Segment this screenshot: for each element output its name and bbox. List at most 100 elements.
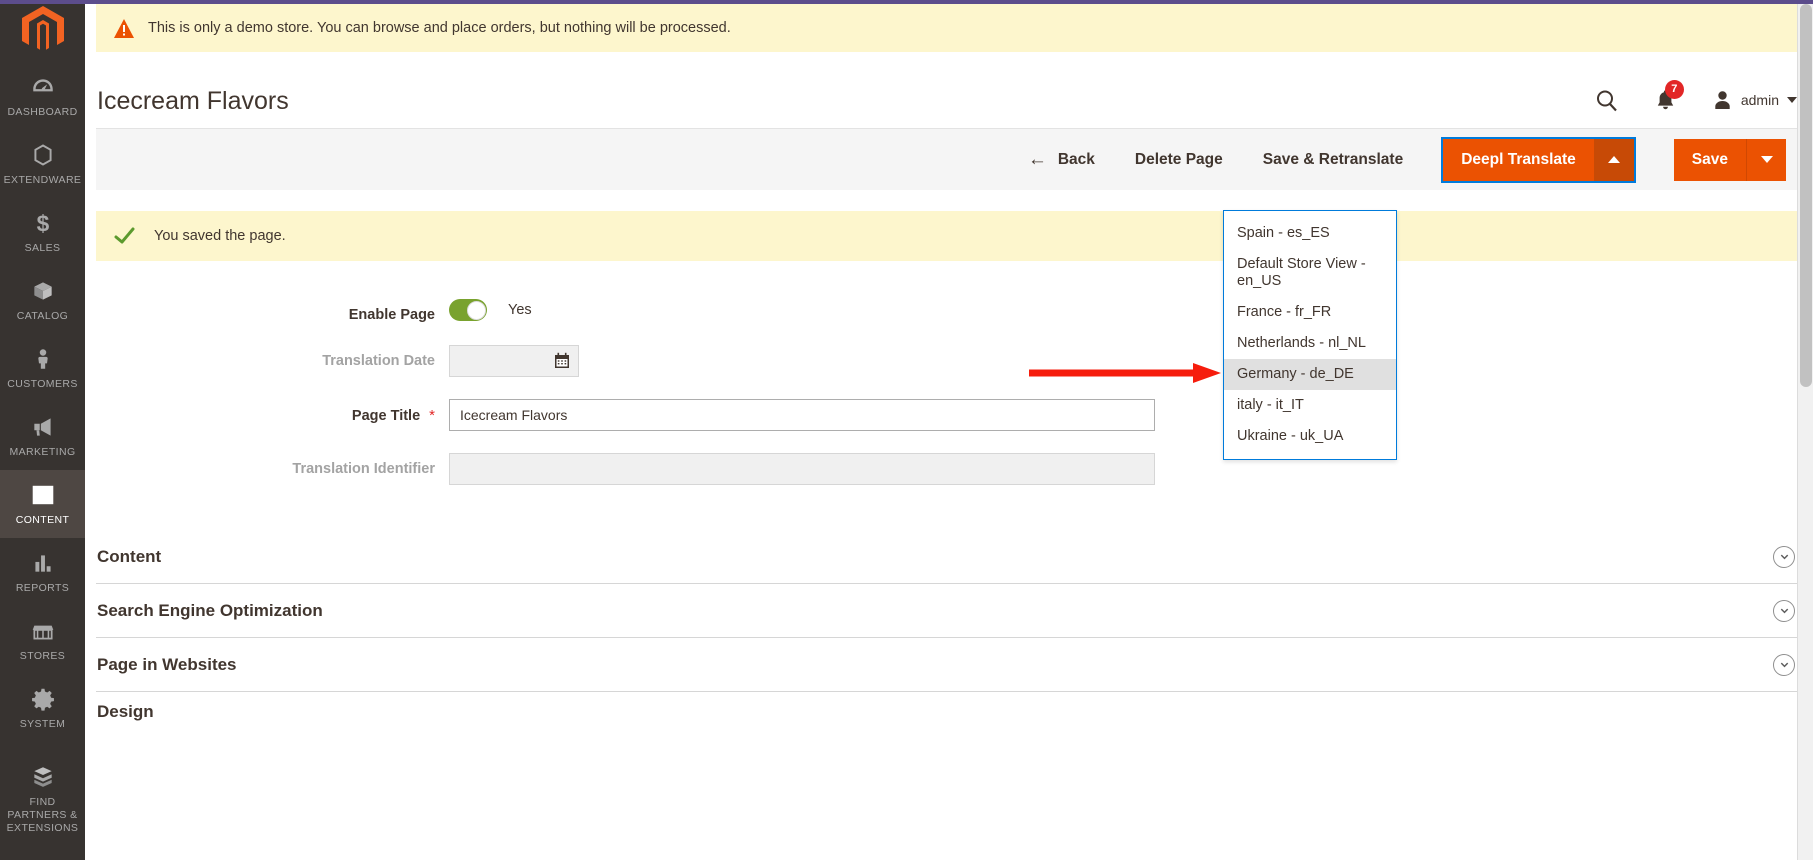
save-button[interactable]: Save bbox=[1673, 138, 1746, 181]
translation-identifier-label: Translation Identifier bbox=[292, 461, 435, 477]
section-page-in-websites[interactable]: Page in Websites bbox=[96, 638, 1797, 692]
sidebar-item-label: SALES bbox=[24, 242, 61, 254]
sidebar-item-label: STORES bbox=[19, 650, 66, 662]
magento-logo[interactable] bbox=[0, 0, 85, 52]
layout-icon bbox=[32, 485, 53, 505]
collapsible-sections: Content Search Engine Optimization Page … bbox=[96, 530, 1797, 722]
page-title-label-text: Page Title bbox=[351, 408, 421, 424]
sidebar-item-catalog[interactable]: CATALOG bbox=[0, 266, 85, 334]
deepl-store-view-dropdown: Spain - es_ES Default Store View - en_US… bbox=[1223, 210, 1397, 460]
check-icon bbox=[114, 227, 135, 244]
box-icon bbox=[33, 282, 52, 300]
deepl-translate-dropdown-toggle[interactable] bbox=[1593, 138, 1634, 181]
header-actions: 7 admin bbox=[1595, 80, 1797, 114]
save-dropdown-toggle[interactable] bbox=[1746, 138, 1786, 181]
field-page-title: Page Title * bbox=[96, 399, 1797, 431]
chevron-down-icon[interactable] bbox=[1773, 653, 1795, 676]
sidebar-item-reports[interactable]: REPORTS bbox=[0, 538, 85, 606]
dropdown-item-france[interactable]: France - fr_FR bbox=[1224, 297, 1396, 328]
scrollbar-thumb[interactable] bbox=[1800, 4, 1812, 387]
main-content: This is only a demo store. You can brows… bbox=[85, 0, 1813, 860]
svg-text:$: $ bbox=[36, 211, 49, 236]
page-header: Icecream Flavors 7 admin bbox=[96, 52, 1797, 128]
deepl-translate-split-button: Deepl Translate bbox=[1441, 136, 1636, 183]
enable-page-toggle-state: Yes bbox=[508, 302, 532, 318]
calendar-icon[interactable] bbox=[553, 352, 571, 370]
delete-page-button[interactable]: Delete Page bbox=[1135, 151, 1223, 169]
field-enable-page: Enable Page Yes bbox=[96, 299, 1797, 323]
top-accent-strip bbox=[0, 0, 1813, 4]
hexagon-icon bbox=[33, 144, 52, 166]
page-title-input[interactable] bbox=[449, 399, 1155, 431]
demo-store-text: This is only a demo store. You can brows… bbox=[148, 20, 731, 36]
caret-up-icon bbox=[1607, 156, 1620, 163]
page-title: Icecream Flavors bbox=[97, 86, 289, 115]
caret-down-icon bbox=[1760, 156, 1773, 163]
search-icon bbox=[1596, 90, 1617, 111]
user-menu[interactable]: admin bbox=[1713, 90, 1797, 110]
demo-store-banner: This is only a demo store. You can brows… bbox=[96, 4, 1797, 52]
vertical-scrollbar[interactable] bbox=[1797, 4, 1813, 860]
save-and-retranslate-button[interactable]: Save & Retranslate bbox=[1263, 151, 1403, 169]
success-message-text: You saved the page. bbox=[154, 228, 286, 244]
chevron-down-icon[interactable] bbox=[1773, 545, 1795, 568]
dropdown-item-ukraine[interactable]: Ukraine - uk_UA bbox=[1224, 421, 1396, 452]
page-title-label: Page Title * bbox=[96, 399, 449, 424]
section-design[interactable]: Design bbox=[96, 692, 1797, 722]
sidebar-item-stores[interactable]: STORES bbox=[0, 606, 85, 674]
dropdown-item-spain[interactable]: Spain - es_ES bbox=[1224, 218, 1396, 249]
sidebar-item-marketing[interactable]: MARKETING bbox=[0, 402, 85, 470]
sidebar-item-sales[interactable]: $ SALES bbox=[0, 198, 85, 266]
dropdown-item-germany[interactable]: Germany - de_DE bbox=[1224, 359, 1396, 390]
sidebar-item-system[interactable]: SYSTEM bbox=[0, 674, 85, 742]
arrow-left-icon: ← bbox=[1027, 149, 1047, 170]
sidebar-item-label: CATALOG bbox=[16, 310, 69, 322]
admin-sidebar: DASHBOARD EXTENDWARE $ SALES CATALOG CUS… bbox=[0, 0, 85, 860]
section-title: Content bbox=[97, 546, 162, 566]
sidebar-item-find-partners[interactable]: FIND PARTNERS & EXTENSIONS bbox=[0, 752, 85, 846]
sidebar-item-label: DASHBOARD bbox=[7, 106, 78, 118]
blocks-icon bbox=[33, 767, 52, 787]
required-marker: * bbox=[429, 407, 435, 424]
search-button[interactable] bbox=[1595, 89, 1618, 112]
sidebar-item-webvision[interactable]: WEBVISION bbox=[0, 846, 85, 860]
dropdown-item-default-store-view[interactable]: Default Store View - en_US bbox=[1224, 249, 1396, 297]
dropdown-item-netherlands[interactable]: Netherlands - nl_NL bbox=[1224, 328, 1396, 359]
dropdown-item-italy[interactable]: italy - it_IT bbox=[1224, 390, 1396, 421]
sidebar-item-label: CUSTOMERS bbox=[7, 378, 78, 390]
back-button-label: Back bbox=[1057, 150, 1095, 168]
toggle-knob bbox=[466, 300, 486, 320]
translation-identifier-input[interactable] bbox=[449, 453, 1155, 485]
user-name-label: admin bbox=[1740, 92, 1779, 108]
storefront-icon bbox=[32, 625, 53, 640]
page-actions-toolbar: ← Back Delete Page Save & Retranslate De… bbox=[96, 128, 1797, 190]
person-icon bbox=[37, 349, 48, 369]
chevron-down-icon bbox=[1787, 97, 1797, 103]
field-translation-date: Translation Date bbox=[96, 345, 1797, 377]
bar-chart-icon bbox=[34, 555, 51, 572]
dollar-icon: $ bbox=[36, 211, 49, 236]
sidebar-item-label: SYSTEM bbox=[19, 718, 66, 730]
megaphone-icon bbox=[33, 418, 51, 436]
sidebar-item-extendware[interactable]: EXTENDWARE bbox=[0, 130, 85, 198]
sidebar-item-label: EXTENDWARE bbox=[3, 174, 82, 186]
enable-page-label: Enable Page bbox=[348, 307, 435, 323]
sidebar-item-label: CONTENT bbox=[15, 514, 70, 526]
sidebar-item-customers[interactable]: CUSTOMERS bbox=[0, 334, 85, 402]
notifications-button[interactable]: 7 bbox=[1656, 80, 1684, 111]
page-form: Enable Page Yes Translation Date Page Ti… bbox=[96, 261, 1797, 485]
back-button[interactable]: ← Back bbox=[1028, 150, 1095, 169]
user-avatar-icon bbox=[1715, 91, 1730, 109]
save-split-button: Save bbox=[1673, 138, 1786, 181]
section-title: Search Engine Optimization bbox=[97, 600, 323, 620]
chevron-down-icon[interactable] bbox=[1773, 599, 1795, 622]
section-title: Page in Websites bbox=[97, 654, 237, 674]
sidebar-item-dashboard[interactable]: DASHBOARD bbox=[0, 62, 85, 130]
section-seo[interactable]: Search Engine Optimization bbox=[96, 584, 1797, 638]
sidebar-item-label: REPORTS bbox=[15, 582, 70, 594]
warning-triangle-icon bbox=[114, 18, 134, 38]
deepl-translate-button[interactable]: Deepl Translate bbox=[1443, 138, 1594, 181]
sidebar-item-content[interactable]: CONTENT bbox=[0, 470, 85, 538]
section-content[interactable]: Content bbox=[96, 530, 1797, 584]
enable-page-toggle[interactable] bbox=[449, 299, 487, 321]
